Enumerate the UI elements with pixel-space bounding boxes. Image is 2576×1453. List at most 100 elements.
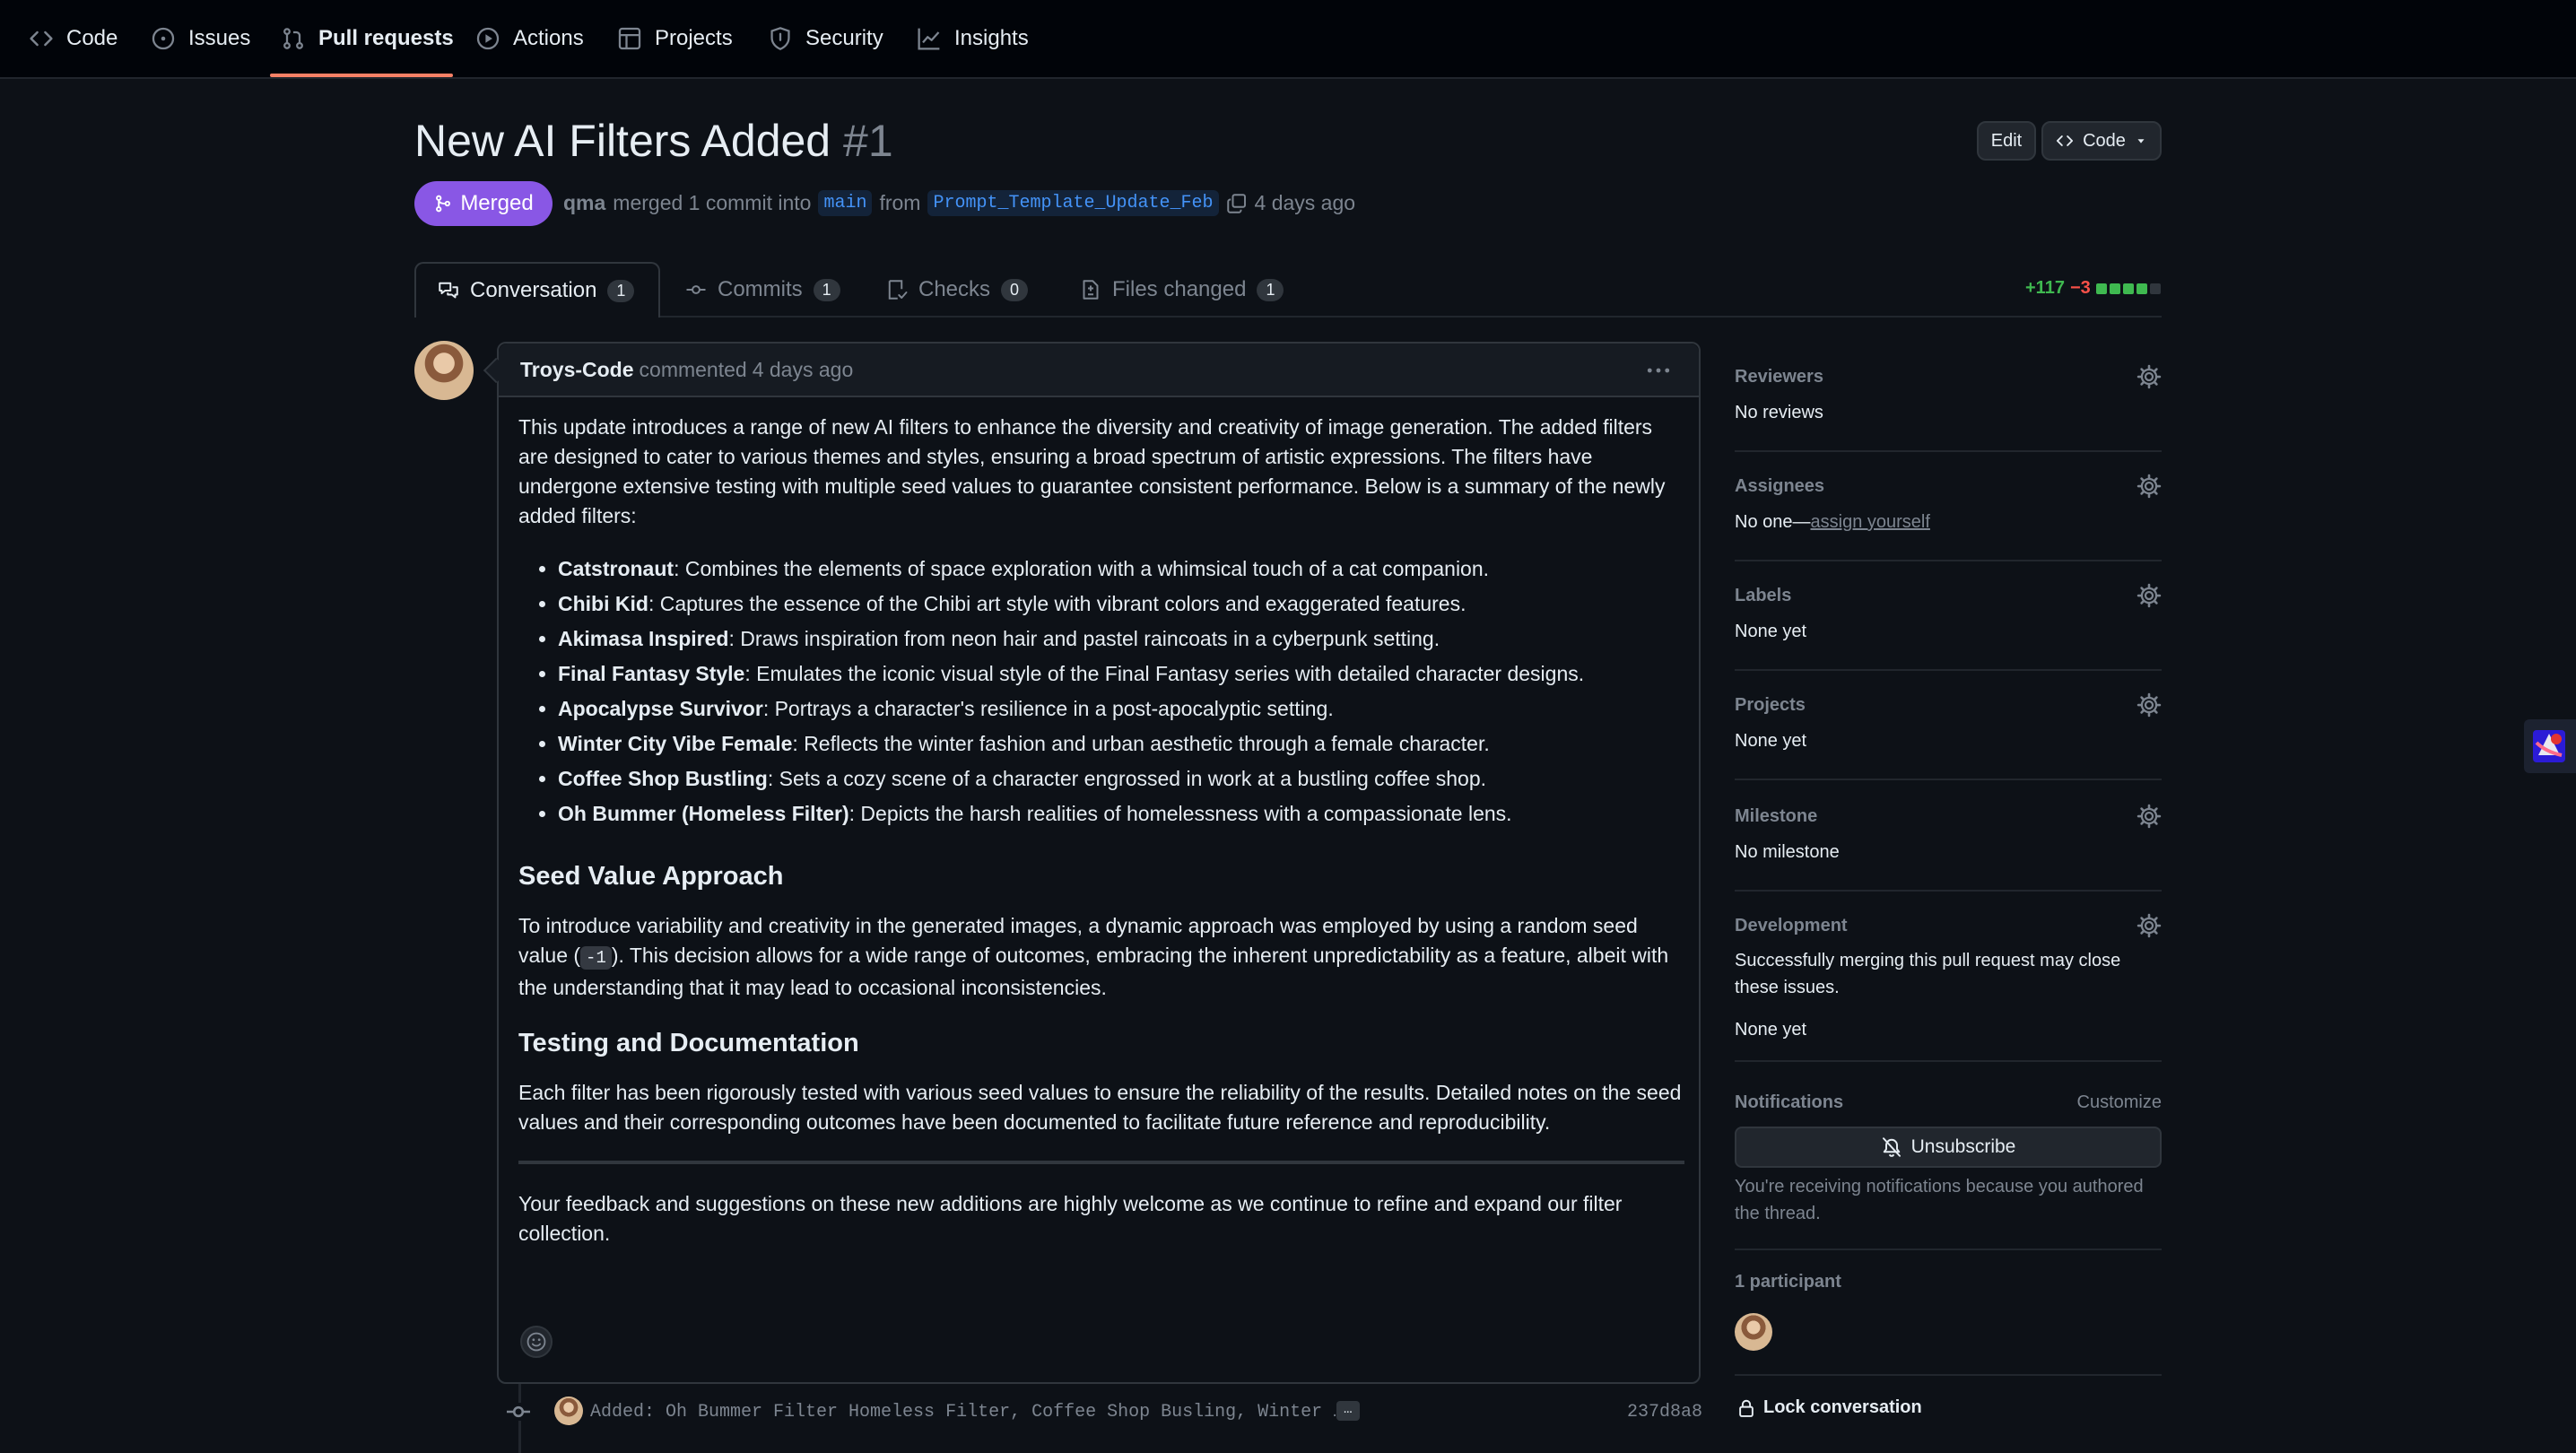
diffstat: +117 −3 [2025,278,2161,299]
participant-avatar[interactable] [1735,1313,1772,1351]
tab-label: Conversation [470,278,597,302]
checklist-icon [886,279,908,300]
git-pull-request-icon [281,26,306,51]
smiley-icon [526,1331,547,1353]
unsubscribe-button[interactable]: Unsubscribe [1735,1127,2162,1168]
comment-intro: This update introduces a range of new AI… [518,415,1666,527]
commit-sha[interactable]: 237d8a8 [1627,1402,1702,1423]
filter-name: Final Fantasy Style [558,662,745,685]
sidebar-projects: Projects None yet [1735,687,2162,780]
filter-name: Oh Bummer (Homeless Filter) [558,802,849,825]
development-desc: Successfully merging this pull request m… [1735,951,2121,997]
assign-yourself-link[interactable]: assign yourself [1811,512,1930,532]
code-dropdown-button[interactable]: Code [2041,121,2162,161]
sidebar-title[interactable]: Projects [1735,695,1806,716]
nav-label: Pull requests [318,26,454,50]
diff-block [2095,283,2107,294]
tab-commits[interactable]: Commits 1 [664,262,862,318]
lock-label: Lock conversation [1763,1397,1922,1417]
copy-icon[interactable] [1226,193,1248,214]
filter-name: Apocalypse Survivor [558,697,763,720]
comment-body: This update introduces a range of new AI… [518,413,1684,1272]
filter-desc: : Draws inspiration from neon hair and p… [728,627,1440,650]
sidebar-value: No one—assign yourself [1735,509,1930,535]
add-reaction-button[interactable] [520,1326,553,1358]
nav-issues[interactable]: Issues [151,0,250,77]
nav-pull-requests[interactable]: Pull requests [281,0,454,77]
nav-label: Insights [954,26,1029,50]
tab-checks[interactable]: Checks 0 [865,262,1049,318]
seed-text-after: ). This decision allows for a wide range… [518,944,1669,999]
list-item: Apocalypse Survivor: Portrays a characte… [558,694,1684,724]
gear-icon[interactable] [2137,913,2162,938]
sidebar-title[interactable]: Labels [1735,586,1791,606]
head-branch[interactable]: Prompt_Template_Update_Feb [927,190,1219,216]
git-merge-icon [433,194,453,213]
filter-name: Chibi Kid [558,592,648,615]
tab-files-changed[interactable]: Files changed 1 [1058,262,1305,318]
shield-icon [768,26,793,51]
gear-icon[interactable] [2137,692,2162,718]
sidebar-title: 1 participant [1735,1272,1841,1292]
page-title: New AI Filters Added #1 [414,115,893,167]
sidebar-title[interactable]: Milestone [1735,806,1817,827]
merged-by-user[interactable]: qma [563,191,605,215]
gear-icon[interactable] [2137,474,2162,499]
nav-security[interactable]: Security [768,0,883,77]
nav-actions[interactable]: Actions [475,0,584,77]
comment-time[interactable]: 4 days ago [753,358,854,382]
sidebar-assignees: Assignees No one—assign yourself [1735,468,2162,561]
filter-desc: : Depicts the harsh realities of homeles… [849,802,1512,825]
filter-list: Catstronaut: Combines the elements of sp… [518,554,1684,829]
sidebar-reviewers: Reviewers No reviews [1735,359,2162,452]
divider [518,1161,1684,1164]
customize-link[interactable]: Customize [2077,1092,2162,1113]
edit-button[interactable]: Edit [1977,121,2036,161]
git-commit-icon [504,1397,533,1426]
sidebar-title[interactable]: Reviewers [1735,367,1823,387]
kebab-horizontal-icon[interactable] [1645,360,1672,381]
nav-label: Issues [188,26,251,50]
extension-widget[interactable] [2524,719,2576,773]
gear-icon[interactable] [2137,364,2162,389]
commit-avatar[interactable] [554,1396,583,1425]
seed-heading: Seed Value Approach [518,862,784,891]
play-icon [475,26,500,51]
sidebar-labels: Labels None yet [1735,578,2162,671]
nav-projects[interactable]: Projects [617,0,733,77]
pr-time: 4 days ago [1254,191,1356,214]
notification-reason: You're receiving notifications because y… [1735,1177,2144,1223]
commit-message[interactable]: Added: Oh Bummer Filter Homeless Filter,… [590,1402,1344,1423]
sidebar-title[interactable]: Assignees [1735,476,1824,497]
list-item: Coffee Shop Bustling: Sets a cozy scene … [558,764,1684,794]
expand-commit-button[interactable]: … [1336,1401,1360,1421]
tab-label: Files changed [1112,277,1247,301]
list-item: Final Fantasy Style: Emulates the iconic… [558,659,1684,689]
sidebar-title: Notifications [1735,1092,1844,1112]
sidebar-development: Development Successfully merging this pu… [1735,908,2162,1062]
comment-author[interactable]: Troys-Code [520,358,634,382]
nav-label: Projects [655,26,733,50]
nav-label: Security [805,26,883,50]
assignees-value: No one— [1735,512,1811,532]
file-diff-icon [1080,279,1101,300]
diff-block [2136,283,2147,294]
testing-heading: Testing and Documentation [518,1029,859,1057]
graph-icon [917,26,942,51]
sidebar-title[interactable]: Development [1735,916,1848,936]
tab-conversation[interactable]: Conversation 1 [414,262,660,318]
filter-desc: : Emulates the iconic visual style of th… [744,662,1585,685]
sidebar-value: No milestone [1735,842,1840,862]
nav-insights[interactable]: Insights [917,0,1029,77]
diff-additions: +117 [2025,278,2065,298]
lock-conversation-button[interactable]: Lock conversation [1736,1397,1922,1418]
gear-icon[interactable] [2137,804,2162,829]
avatar[interactable] [414,341,474,400]
commit-row: Added: Oh Bummer Filter Homeless Filter,… [504,1396,1702,1428]
sidebar-value: None yet [1735,1020,1807,1040]
nav-code[interactable]: Code [29,0,117,77]
gear-icon[interactable] [2137,583,2162,608]
base-branch[interactable]: main [818,190,873,216]
list-item: Chibi Kid: Captures the essence of the C… [558,589,1684,619]
diff-blocks [2095,283,2161,294]
